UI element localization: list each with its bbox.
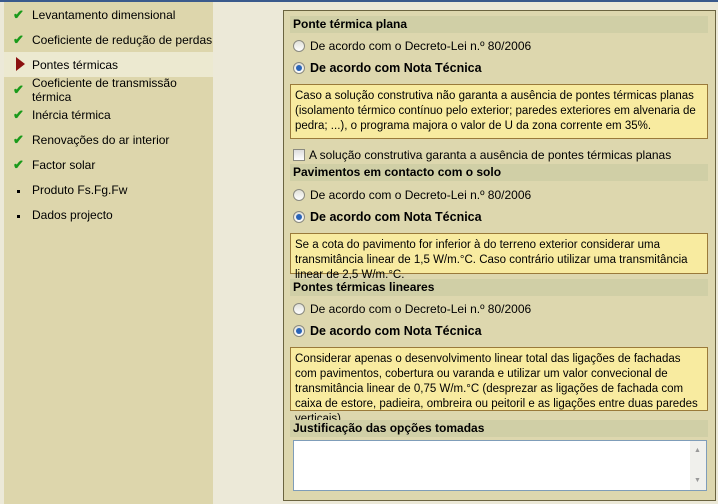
sidebar-item-label: Renovações do ar interior	[32, 132, 170, 147]
bullet-icon	[17, 215, 20, 218]
radio-label: De acordo com o Decreto-Lei n.º 80/2006	[310, 302, 532, 316]
radio-button[interactable]	[293, 211, 305, 223]
check-icon: ✔	[13, 7, 24, 22]
info-box-solo: Se a cota do pavimento for inferior à do…	[290, 233, 708, 281]
sidebar-item-coeficiente-reducao[interactable]: ✔ Coeficiente de redução de perdas	[4, 27, 213, 52]
check-icon: ✔	[13, 32, 24, 47]
textarea-scrollbar[interactable]: ▲ ▼	[690, 441, 706, 490]
radio-button[interactable]	[293, 325, 305, 337]
radio-solo-decreto[interactable]: De acordo com o Decreto-Lei n.º 80/2006	[293, 187, 531, 203]
radio-label: De acordo com o Decreto-Lei n.º 80/2006	[310, 188, 532, 202]
sidebar: ✔ Levantamento dimensional ✔ Coeficiente d…	[4, 2, 213, 504]
current-arrow-icon	[16, 57, 25, 71]
sidebar-item-pontes-termicas[interactable]: Pontes térmicas	[4, 52, 213, 77]
check-icon: ✔	[13, 157, 24, 172]
section-header-justificacao: Justificação das opções tomadas	[290, 420, 708, 437]
radio-label: De acordo com o Decreto-Lei n.º 80/2006	[310, 39, 532, 53]
radio-lineares-decreto[interactable]: De acordo com o Decreto-Lei n.º 80/2006	[293, 301, 531, 317]
sidebar-item-label: Coeficiente de redução de perdas	[32, 32, 213, 47]
scroll-down-icon[interactable]: ▼	[694, 477, 701, 484]
sidebar-item-renovacoes[interactable]: ✔ Renovações do ar interior	[4, 127, 213, 152]
bullet-icon	[17, 190, 20, 193]
sidebar-item-label: Coeficiente de transmissão térmica	[32, 75, 177, 104]
sidebar-item-inercia[interactable]: ✔ Inércia térmica	[4, 102, 213, 127]
section-header-plana: Ponte térmica plana	[290, 16, 708, 33]
radio-label: De acordo com Nota Técnica	[310, 210, 482, 224]
checkbox[interactable]	[293, 149, 305, 161]
justificacao-textarea[interactable]: ▲ ▼	[293, 440, 707, 491]
sidebar-item-levantamento[interactable]: ✔ Levantamento dimensional	[4, 2, 213, 27]
section-header-lineares: Pontes térmicas lineares	[290, 279, 708, 296]
radio-button[interactable]	[293, 189, 305, 201]
sidebar-item-dados-projecto[interactable]: Dados projecto	[4, 202, 213, 227]
sidebar-item-label: Factor solar	[32, 157, 96, 172]
check-icon: ✔	[13, 82, 24, 97]
section-header-solo: Pavimentos em contacto com o solo	[290, 164, 708, 181]
info-box-lineares: Considerar apenas o desenvolvimento line…	[290, 347, 708, 425]
radio-button[interactable]	[293, 40, 305, 52]
sidebar-item-label: Produto Fs.Fg.Fw	[32, 182, 128, 197]
check-icon: ✔	[13, 107, 24, 122]
sidebar-item-factor-solar[interactable]: ✔ Factor solar	[4, 152, 213, 177]
sidebar-item-label: Inércia térmica	[32, 107, 111, 122]
radio-plana-nota[interactable]: De acordo com Nota Técnica	[293, 60, 482, 76]
radio-plana-decreto[interactable]: De acordo com o Decreto-Lei n.º 80/2006	[293, 38, 531, 54]
sidebar-item-produto[interactable]: Produto Fs.Fg.Fw	[4, 177, 213, 202]
radio-label: De acordo com Nota Técnica	[310, 61, 482, 75]
sidebar-item-coeficiente-transmissao[interactable]: ✔ Coeficiente de transmissão térmica	[4, 75, 213, 104]
radio-button[interactable]	[293, 303, 305, 315]
info-box-plana: Caso a solução construtiva não garanta a…	[290, 84, 708, 139]
scroll-up-icon[interactable]: ▲	[694, 447, 701, 454]
check-icon: ✔	[13, 132, 24, 147]
sidebar-item-label: Dados projecto	[32, 207, 113, 222]
radio-lineares-nota[interactable]: De acordo com Nota Técnica	[293, 323, 482, 339]
radio-button[interactable]	[293, 62, 305, 74]
sidebar-item-label: Pontes térmicas	[32, 57, 119, 72]
radio-solo-nota[interactable]: De acordo com Nota Técnica	[293, 209, 482, 225]
sidebar-item-label: Levantamento dimensional	[32, 7, 176, 22]
pontes-termicas-panel: Ponte térmica plana De acordo com o Decr…	[283, 10, 716, 501]
checkbox-ausencia-pontes[interactable]: A solução construtiva garanta a ausência…	[293, 148, 671, 162]
radio-label: De acordo com Nota Técnica	[310, 324, 482, 338]
checkbox-label: A solução construtiva garanta a ausência…	[309, 148, 672, 162]
